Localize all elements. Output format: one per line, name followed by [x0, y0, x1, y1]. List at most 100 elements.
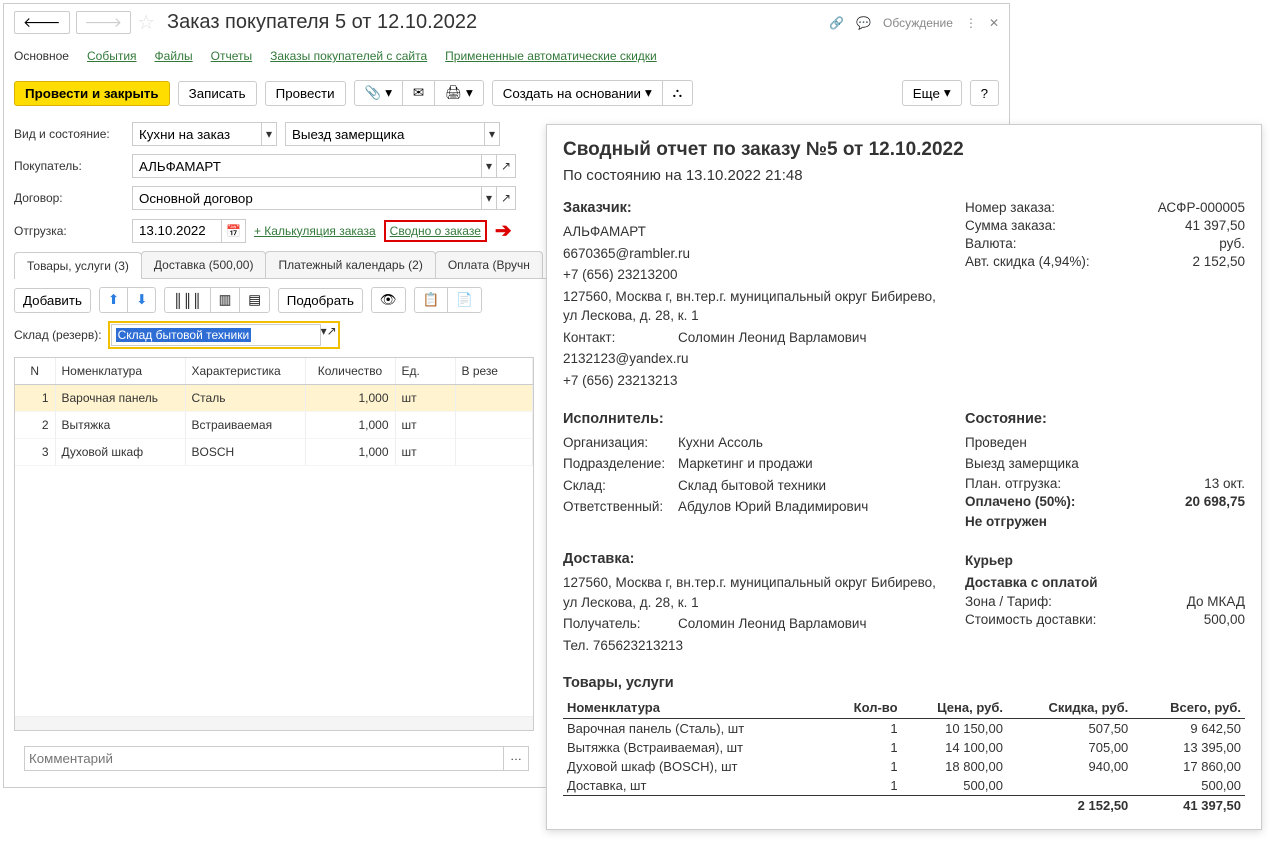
paid-amount: 20 698,75 — [1185, 494, 1245, 509]
order-cur: руб. — [1219, 236, 1245, 251]
filter-button[interactable]: ▤ — [239, 287, 270, 313]
tab-main[interactable]: Основное — [14, 49, 69, 63]
save-button[interactable]: Записать — [178, 81, 257, 106]
state-dropdown[interactable]: ▾ — [485, 122, 500, 146]
kind-label: Вид и состояние: — [14, 127, 124, 141]
warehouse-label: Склад (резерв): — [14, 328, 102, 342]
create-based-button[interactable]: Создать на основании ▾ — [492, 80, 663, 106]
delivery-tel: Тел. 765623213213 — [563, 636, 945, 656]
tab-pay-manual[interactable]: Оплата (Вручн — [435, 251, 543, 278]
table-row[interactable]: 1Варочная панельСталь1,000шт — [15, 385, 533, 412]
barcode-button[interactable]: ║║║ — [164, 287, 210, 313]
goods-grid: N Номенклатура Характеристика Количество… — [14, 357, 534, 731]
envelope-icon: ✉ — [413, 85, 424, 101]
move-down-button[interactable]: ⬇ — [127, 287, 156, 313]
delivery-h: Доставка: — [563, 551, 945, 567]
order-num: АСФР-000005 — [1158, 200, 1245, 215]
structure-button[interactable]: ⛬ — [662, 80, 693, 106]
exec-org: Кухни Ассоль — [678, 433, 945, 453]
customer-phone2: +7 (656) 23213213 — [563, 371, 945, 391]
preview-button[interactable]: 👁 — [371, 287, 406, 313]
tab-site-orders[interactable]: Заказы покупателей с сайта — [270, 49, 427, 63]
delivery-cost: 500,00 — [1204, 612, 1245, 627]
copy-button[interactable]: 📋 — [414, 287, 449, 313]
contract-field[interactable] — [132, 186, 482, 210]
chat-icon[interactable]: 💬 — [856, 16, 871, 30]
exec-resp: Абдулов Юрий Владимирович — [678, 497, 945, 517]
col-res[interactable]: В резе — [455, 358, 533, 385]
warehouse-field[interactable]: Склад бытовой техники — [116, 328, 252, 342]
item-row: Вытяжка (Встраиваемая), шт114 100,00705,… — [563, 738, 1245, 757]
table-row[interactable]: 2ВытяжкаВстраиваемая1,000шт — [15, 412, 533, 439]
tab-discounts[interactable]: Примененные автоматические скидки — [445, 49, 657, 63]
state-h: Состояние: — [965, 411, 1245, 427]
order-sum: 41 397,50 — [1185, 218, 1245, 233]
contract-dropdown[interactable]: ▾ — [482, 186, 497, 210]
order-disc: 2 152,50 — [1192, 254, 1245, 269]
close-button[interactable]: ✕ — [989, 16, 999, 30]
tab-files[interactable]: Файлы — [155, 49, 193, 63]
columns-button[interactable]: ▥ — [210, 287, 241, 313]
forward-button[interactable]: 🡒 — [76, 11, 132, 34]
col-qty[interactable]: Количество — [305, 358, 395, 385]
contract-open[interactable]: ↗ — [497, 186, 516, 210]
state-notshipped: Не отгружен — [965, 512, 1245, 532]
delivery-paid: Доставка с оплатой — [965, 573, 1245, 593]
table-row[interactable]: 3Духовой шкафBOSCH1,000шт — [15, 439, 533, 466]
col-char[interactable]: Характеристика — [185, 358, 305, 385]
more-button[interactable]: Еще ▾ — [902, 80, 962, 106]
tree-icon: ⛬ — [673, 85, 682, 101]
tab-goods[interactable]: Товары, услуги (3) — [14, 252, 142, 279]
print-button[interactable]: 🖨▾ — [434, 80, 484, 106]
plan-date: 13 окт. — [1204, 476, 1245, 491]
star-icon[interactable]: ☆ — [137, 10, 155, 35]
discussion-link[interactable]: Обсуждение — [883, 16, 953, 30]
pick-button[interactable]: Подобрать — [278, 288, 363, 313]
customer-phone: +7 (656) 23213200 — [563, 265, 945, 285]
col-n[interactable]: N — [15, 358, 55, 385]
nav-tabs: Основное События Файлы Отчеты Заказы пок… — [4, 41, 1009, 72]
email-button[interactable]: ✉ — [402, 80, 435, 106]
tab-payment[interactable]: Платежный календарь (2) — [265, 251, 435, 278]
window-title: Заказ покупателя 5 от 12.10.2022 — [167, 11, 477, 34]
customer-addr: 127560, Москва г, вн.тер.г. муниципальны… — [563, 287, 945, 326]
titlebar: 🡐 🡒 ☆ Заказ покупателя 5 от 12.10.2022 🔗… — [4, 4, 1009, 41]
kebab-icon[interactable]: ⋮ — [965, 16, 977, 30]
tab-delivery[interactable]: Доставка (500,00) — [141, 251, 267, 278]
exec-wh: Склад бытовой техники — [678, 476, 945, 496]
calc-link[interactable]: + Калькуляция заказа — [254, 224, 376, 238]
ship-date-field[interactable] — [132, 219, 222, 243]
col-unit[interactable]: Ед. — [395, 358, 455, 385]
items-h: Товары, услуги — [563, 675, 1245, 691]
attach-button[interactable]: 📎▾ — [354, 80, 403, 106]
buyer-open[interactable]: ↗ — [497, 154, 516, 178]
comment-input[interactable] — [24, 746, 504, 771]
item-row: Варочная панель (Сталь), шт110 150,00507… — [563, 719, 1245, 739]
tab-events[interactable]: События — [87, 49, 137, 63]
printer-icon: 🖨 — [445, 85, 462, 101]
state-posted: Проведен — [965, 433, 1245, 453]
col-nom[interactable]: Номенклатура — [55, 358, 185, 385]
post-and-close-button[interactable]: Провести и закрыть — [14, 81, 170, 106]
warehouse-open[interactable]: ↗ — [327, 324, 337, 346]
calendar-icon[interactable]: 📅 — [222, 219, 246, 243]
paste-button[interactable]: 📄 — [447, 287, 482, 313]
state-field[interactable] — [285, 122, 485, 146]
move-up-button[interactable]: ⬆ — [99, 287, 128, 313]
comment-expand[interactable]: … — [504, 746, 529, 771]
add-button[interactable]: Добавить — [14, 288, 91, 313]
h-scrollbar[interactable] — [15, 716, 533, 730]
buyer-dropdown[interactable]: ▾ — [482, 154, 497, 178]
tab-reports[interactable]: Отчеты — [211, 49, 252, 63]
kind-field[interactable] — [132, 122, 262, 146]
back-button[interactable]: 🡐 — [14, 11, 70, 34]
post-button[interactable]: Провести — [265, 81, 346, 106]
help-button[interactable]: ? — [970, 80, 999, 106]
link-icon[interactable]: 🔗 — [829, 16, 844, 30]
item-row: Духовой шкаф (BOSCH), шт118 800,00940,00… — [563, 757, 1245, 776]
buyer-field[interactable] — [132, 154, 482, 178]
kind-dropdown[interactable]: ▾ — [262, 122, 277, 146]
summary-link[interactable]: Сводно о заказе — [384, 220, 487, 242]
customer-h: Заказчик: — [563, 200, 945, 216]
report-title: Сводный отчет по заказу №5 от 12.10.2022 — [563, 139, 1245, 161]
